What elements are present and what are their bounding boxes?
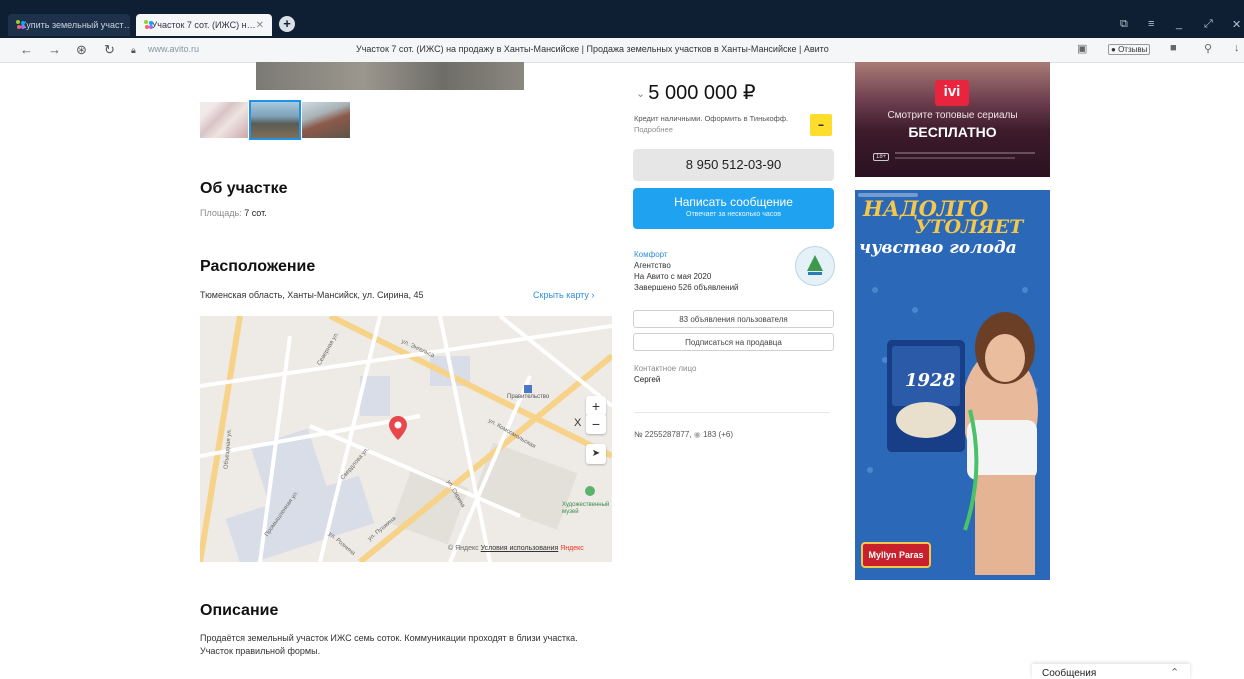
ad-fineprint: [895, 152, 1035, 154]
browser-tab-1[interactable]: Купить земельный участ…: [8, 14, 130, 36]
area-row: Площадь: 7 сот.: [200, 208, 267, 218]
photo-thumbnail-active[interactable]: [249, 100, 301, 140]
price: ⌄ 5 000 000 ₽: [636, 80, 756, 105]
reload-icon[interactable]: ↻: [104, 42, 115, 58]
map[interactable]: Правительство Художественный музей ул. Э…: [200, 316, 612, 562]
message-label: Написать сообщение: [674, 195, 793, 209]
location-title: Расположение: [200, 258, 316, 275]
ad-line: Смотрите топовые сериалы: [887, 110, 1018, 121]
menu-icon[interactable]: ≡: [1148, 18, 1154, 30]
ad-line: БЕСПЛАТНО: [908, 124, 997, 140]
bookmark-icon[interactable]: ■: [1170, 42, 1177, 54]
about-title: Об участке: [200, 180, 288, 197]
zoom-in-button[interactable]: +: [586, 396, 606, 416]
poi-label: Правительство: [507, 394, 550, 400]
forward-icon[interactable]: →: [48, 42, 61, 57]
url-field[interactable]: www.avito.ru: [148, 44, 199, 54]
product-label: 1928: [905, 370, 956, 391]
user-ads-button[interactable]: 83 объявления пользователя: [633, 310, 834, 328]
subscribe-button[interactable]: Подписаться на продавца: [633, 333, 834, 351]
description-text: Продаётся земельный участок ИЖС семь сот…: [200, 633, 578, 656]
yandex-brand: Яндекс: [560, 545, 584, 552]
close-tab-icon[interactable]: ✕: [256, 20, 264, 31]
views-count: 183 (+6): [702, 430, 734, 439]
credit-offer: Кредит наличными. Оформить в Тинькофф. П…: [634, 113, 806, 135]
chevron-up-icon: ›: [591, 290, 595, 300]
age-badge: 18+: [873, 153, 890, 161]
maximize-icon[interactable]: ⤢: [1204, 18, 1213, 31]
dropdown-icon[interactable]: ⌄: [636, 88, 648, 100]
credit-more-link[interactable]: Подробнее: [634, 125, 673, 134]
page-title-bar: Участок 7 сот. (ИЖС) на продажу в Ханты-…: [356, 44, 829, 54]
myllyn-paras-logo: Myllyn Paras: [861, 542, 931, 568]
seller-name-link[interactable]: Комфорт: [634, 249, 739, 260]
contact-label: Контактное лицо: [634, 364, 697, 373]
chevron-up-icon[interactable]: ⌃: [1170, 666, 1179, 679]
seller-avatar[interactable]: [795, 246, 835, 286]
copyright-text: © Яндекс: [448, 545, 479, 552]
zoom-out-button[interactable]: −: [586, 414, 606, 434]
tab-label: Купить земельный участ…: [21, 20, 130, 30]
myllyn-paras-ad-banner[interactable]: НАДОЛГО УТОЛЯЕТ чувство голода 1928 Myll…: [855, 190, 1050, 580]
photo-thumbnail[interactable]: [302, 102, 350, 138]
divider: [634, 412, 830, 413]
contact-name: Сергей: [634, 375, 661, 384]
poi-label: Художественный музей: [562, 502, 610, 515]
map-copyright: © Яндекс Условия использования Яндекс: [448, 545, 584, 552]
description-title: Описание: [200, 602, 279, 619]
new-tab-button[interactable]: +: [279, 16, 295, 32]
credit-text: Кредит наличными. Оформить в Тинькофф.: [634, 114, 789, 123]
price-value: 5 000 000 ₽: [648, 82, 756, 104]
extensions-icon[interactable]: ⚲: [1204, 42, 1212, 55]
lock-icon: 🔒︎: [131, 45, 136, 55]
ad-line: чувство голода: [859, 238, 1017, 258]
tab-label: Участок 7 сот. (ИЖС) н…: [151, 20, 256, 30]
geolocation-icon[interactable]: ➤: [586, 444, 606, 464]
tinkoff-logo: ▬: [810, 114, 832, 136]
listing-number: № 2255287877,: [634, 430, 692, 439]
terms-link[interactable]: Условия использования: [481, 545, 559, 552]
reviews-button[interactable]: ● Отзывы: [1108, 44, 1151, 55]
protect-icon[interactable]: ⊛: [76, 42, 87, 58]
main-photo[interactable]: [256, 62, 524, 90]
reviews-label: Отзывы: [1118, 45, 1148, 54]
listing-meta: № 2255287877, ◉ 183 (+6): [634, 430, 733, 439]
messages-panel[interactable]: Сообщения ⌃: [1032, 664, 1190, 679]
message-sublabel: Отвечает за несколько часов: [686, 211, 781, 218]
seller-info: Комфорт Агентство На Авито с мая 2020 За…: [634, 249, 739, 293]
ad-illustration: [867, 287, 1038, 575]
area-value: 7 сот.: [244, 208, 267, 218]
city-label: Х: [574, 417, 582, 429]
tabs-icon[interactable]: ▣: [1077, 42, 1087, 55]
seller-since: На Авито с мая 2020: [634, 272, 712, 281]
browser-tab-2[interactable]: Участок 7 сот. (ИЖС) н… ✕: [136, 14, 272, 36]
seller-type: Агентство: [634, 261, 671, 270]
write-message-button[interactable]: Написать сообщение Отвечает за несколько…: [633, 188, 834, 229]
show-phone-button[interactable]: 8 950 512-03-90: [633, 149, 834, 181]
ivi-logo: ivi: [935, 80, 969, 106]
area-label: Площадь:: [200, 208, 242, 218]
back-icon[interactable]: ←: [20, 42, 33, 57]
address-text: Тюменская область, Ханты-Мансийск, ул. С…: [200, 290, 424, 300]
avito-favicon-icon: [144, 20, 153, 30]
eye-icon: ◉: [693, 430, 701, 439]
hide-map-link[interactable]: Скрыть карту ›: [533, 290, 594, 300]
ivi-ad-banner[interactable]: ivi Смотрите топовые сериалы БЕСПЛАТНО 1…: [855, 62, 1050, 177]
download-icon[interactable]: ↓: [1234, 42, 1240, 54]
ad-fineprint: [895, 157, 1015, 159]
ad-line: УТОЛЯЕТ: [915, 216, 1024, 238]
bookmark-window-icon[interactable]: ⧉: [1120, 18, 1128, 31]
seller-completed: Завершено 526 объявлений: [634, 283, 739, 292]
minimize-icon[interactable]: _: [1176, 18, 1182, 30]
close-window-icon[interactable]: ✕: [1232, 18, 1241, 31]
hide-map-label: Скрыть карту: [533, 290, 589, 300]
photo-thumbnail[interactable]: [200, 102, 248, 138]
messages-label: Сообщения: [1042, 668, 1097, 679]
